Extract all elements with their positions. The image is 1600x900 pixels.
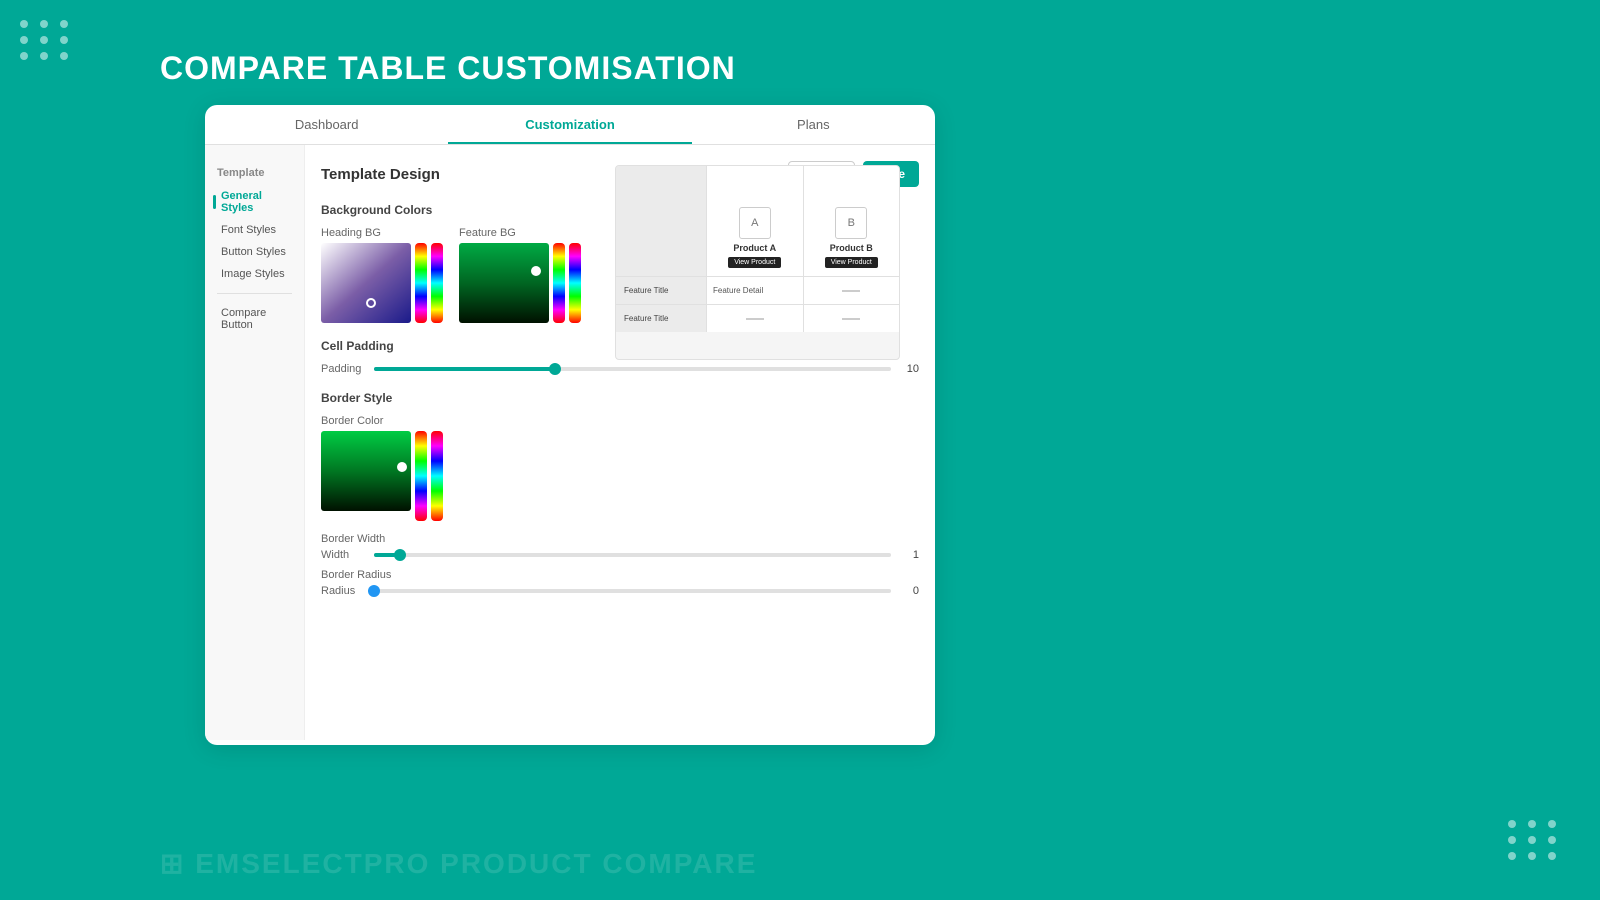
border-width-section: Border Width Width 1: [321, 533, 919, 561]
sidebar: Template General Styles Font Styles Butt…: [205, 145, 305, 740]
feature-detail-1: Feature Detail: [706, 277, 803, 304]
feature-hue-bar[interactable]: [553, 243, 565, 323]
width-value: 1: [899, 549, 919, 561]
preview-header-empty: [616, 166, 706, 276]
padding-thumb[interactable]: [549, 363, 561, 375]
border-radius-section: Border Radius Radius 0: [321, 569, 919, 597]
radius-value: 0: [899, 585, 919, 597]
feature-dash-1: [803, 277, 900, 304]
border-color-pickers[interactable]: [321, 431, 919, 521]
tab-plans[interactable]: Plans: [692, 105, 935, 144]
preview-feature-row-1: Feature Title Feature Detail: [616, 276, 899, 304]
radius-thumb[interactable]: [368, 585, 380, 597]
border-color-canvas[interactable]: [321, 431, 411, 511]
radius-slider-label: Radius: [321, 585, 366, 597]
width-slider-row: Width 1: [321, 549, 919, 561]
feature-title-1: Feature Title: [616, 277, 706, 304]
tab-customization[interactable]: Customization: [448, 105, 691, 144]
border-color-label: Border Color: [321, 415, 919, 427]
sidebar-item-font-styles[interactable]: Font Styles: [205, 219, 304, 241]
border-color-circle: [397, 462, 407, 472]
border-alpha-bar[interactable]: [431, 431, 443, 521]
page-title: COMPARE TABLE CUSTOMISATION: [160, 50, 736, 87]
feature-bg-picker[interactable]: [459, 243, 581, 323]
heading-alpha-bar[interactable]: [431, 243, 443, 323]
border-hue-bar[interactable]: [415, 431, 427, 521]
sidebar-divider: [217, 293, 292, 294]
sidebar-section-template: Template: [205, 161, 304, 185]
radius-track[interactable]: [374, 589, 891, 593]
preview-feature-row-2: Feature Title: [616, 304, 899, 332]
feature-dash-2b: [803, 305, 900, 332]
padding-label: Padding: [321, 363, 366, 375]
heading-bg-canvas[interactable]: [321, 243, 411, 323]
sidebar-item-image-styles[interactable]: Image Styles: [205, 263, 304, 285]
product-a-image: A: [739, 207, 771, 239]
width-slider-label: Width: [321, 549, 366, 561]
sidebar-item-button-styles[interactable]: Button Styles: [205, 241, 304, 263]
feature-alpha-bar[interactable]: [569, 243, 581, 323]
sidebar-item-general-styles[interactable]: General Styles: [205, 185, 304, 219]
padding-value: 10: [899, 363, 919, 375]
feature-bg-circle: [531, 266, 541, 276]
product-b-btn[interactable]: View Product: [825, 257, 878, 268]
card-body: Template General Styles Font Styles Butt…: [205, 145, 935, 740]
product-b-name: Product B: [830, 243, 873, 253]
heading-bg-picker[interactable]: [321, 243, 443, 323]
border-radius-label: Border Radius: [321, 569, 919, 581]
tabs-bar: Dashboard Customization Plans: [205, 105, 935, 145]
feature-bg-group: Feature BG: [459, 227, 581, 323]
heading-hue-bar[interactable]: [415, 243, 427, 323]
padding-fill: [374, 367, 555, 371]
border-width-label: Border Width: [321, 533, 919, 545]
border-style-section: Border Style Border Color Border Width W…: [321, 391, 919, 597]
dots-top-left: [20, 20, 72, 60]
dash-icon-2b: [842, 318, 860, 320]
width-track[interactable]: [374, 553, 891, 557]
product-a-name: Product A: [733, 243, 776, 253]
heading-bg-label: Heading BG: [321, 227, 443, 239]
feature-dash-2a: [706, 305, 803, 332]
sidebar-item-compare-button[interactable]: Compare Button: [205, 302, 304, 336]
feature-bg-label: Feature BG: [459, 227, 581, 239]
radius-slider-row: Radius 0: [321, 585, 919, 597]
preview-header: A Product A View Product B Product B Vie…: [616, 166, 899, 276]
preview-panel: A Product A View Product B Product B Vie…: [615, 165, 900, 360]
padding-slider-row: Padding 10: [321, 363, 919, 375]
tab-dashboard[interactable]: Dashboard: [205, 105, 448, 144]
dots-bottom-right: [1508, 820, 1560, 860]
border-style-title: Border Style: [321, 391, 919, 405]
feature-title-2: Feature Title: [616, 305, 706, 332]
heading-bg-circle: [366, 298, 376, 308]
watermark: ⊞ EMSELECTPRO PRODUCT COMPARE: [160, 847, 757, 880]
feature-bg-canvas[interactable]: [459, 243, 549, 323]
preview-product-b: B Product B View Product: [803, 166, 900, 276]
product-b-image: B: [835, 207, 867, 239]
dash-icon-1: [842, 290, 860, 292]
width-thumb[interactable]: [394, 549, 406, 561]
preview-product-a: A Product A View Product: [706, 166, 803, 276]
template-design-title: Template Design: [321, 166, 440, 183]
padding-track[interactable]: [374, 367, 891, 371]
product-a-btn[interactable]: View Product: [728, 257, 781, 268]
dash-icon-2a: [746, 318, 764, 320]
heading-bg-group: Heading BG: [321, 227, 443, 323]
main-card: Dashboard Customization Plans Template G…: [205, 105, 935, 745]
